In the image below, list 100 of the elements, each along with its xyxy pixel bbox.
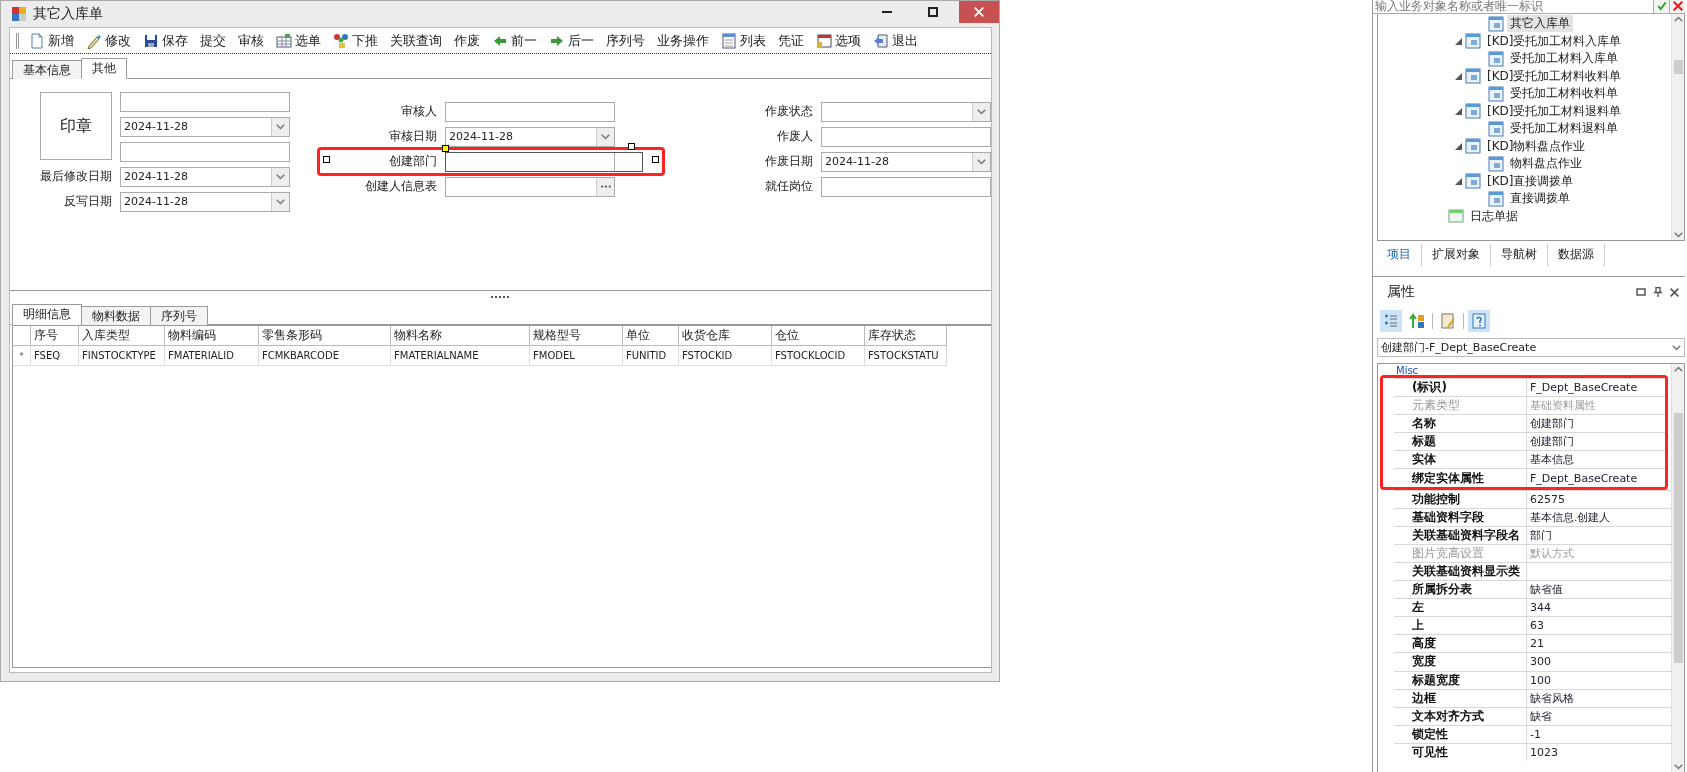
close-button[interactable] [959, 1, 999, 23]
property-value[interactable]: 100 [1527, 671, 1671, 689]
property-value[interactable]: F_Dept_BaseCreate [1527, 469, 1665, 487]
input-field[interactable] [120, 91, 290, 112]
scrollbar-thumb[interactable] [1673, 60, 1683, 74]
column-header[interactable]: 单位 [623, 326, 679, 346]
date-combo-field[interactable]: 2024-11-28 [120, 116, 290, 137]
dropdown-button[interactable] [972, 152, 990, 171]
toolbar-button[interactable]: 作废 [452, 31, 482, 50]
tree-item[interactable]: [KD]物料盘点作业 [1484, 137, 1589, 155]
toolbar-button[interactable]: 凭证 [776, 31, 806, 50]
tree-item[interactable]: [KD]受托加工材料入库单 [1484, 32, 1625, 50]
toolbar-button[interactable] [1468, 310, 1490, 332]
property-value[interactable]: 300 [1527, 653, 1671, 671]
input-field[interactable] [445, 101, 615, 122]
toolbar-button[interactable]: 业务操作 [655, 31, 711, 50]
property-value[interactable]: 基本信息 [1527, 451, 1665, 469]
column-header[interactable]: 仓位 [772, 326, 865, 346]
column-header[interactable]: 物料编码 [165, 326, 259, 346]
resize-handle[interactable] [323, 156, 330, 163]
property-value[interactable]: 创建部门 [1527, 415, 1665, 433]
toolbar-button[interactable]: 序列号 [604, 31, 647, 50]
scrollbar[interactable] [1671, 364, 1684, 772]
date-combo-field[interactable]: 2024-11-28 [821, 151, 991, 172]
tab[interactable]: 序列号 [150, 306, 208, 325]
tree-item[interactable]: 直接调拨单 [1507, 190, 1573, 208]
toolbar-button[interactable]: 列表 [719, 31, 768, 50]
dropdown-button[interactable] [972, 102, 990, 121]
resize-handle[interactable] [442, 145, 449, 152]
tree-item[interactable]: 物料盘点作业 [1507, 155, 1585, 173]
toolbar-button[interactable]: 选项 [814, 31, 863, 50]
date-combo-field[interactable]: 2024-11-28 [120, 191, 290, 212]
toolbar-button[interactable]: 修改 [84, 31, 133, 50]
property-value[interactable]: 缺省风格 [1527, 689, 1671, 707]
tab[interactable]: 基本信息 [12, 60, 82, 79]
tab[interactable]: 扩展对象 [1422, 243, 1491, 266]
dropdown-button[interactable] [596, 127, 614, 146]
object-selector[interactable]: 创建部门-F_Dept_BaseCreate [1377, 338, 1685, 357]
property-value[interactable]: 缺省值 [1527, 581, 1671, 599]
tab[interactable]: 项目 [1377, 243, 1422, 266]
column-header[interactable]: 序号 [31, 326, 79, 346]
property-value[interactable]: 部门 [1527, 526, 1671, 544]
scrollbar[interactable] [1671, 14, 1684, 240]
resize-handle[interactable] [652, 156, 659, 163]
tree-item[interactable]: 受托加工材料收料单 [1507, 85, 1621, 103]
toolbar-button[interactable]: 新增 [27, 31, 76, 50]
column-header[interactable]: 物料名称 [391, 326, 530, 346]
date-combo-field[interactable]: 2024-11-28 [120, 166, 290, 187]
dropdown-button[interactable] [271, 192, 289, 211]
date-combo-field[interactable] [821, 101, 991, 122]
column-header[interactable]: 零售条形码 [259, 326, 391, 346]
property-value[interactable]: 1023 [1527, 743, 1671, 761]
dropdown-button[interactable] [271, 167, 289, 186]
property-value[interactable]: F_Dept_BaseCreate [1527, 379, 1665, 397]
property-value[interactable]: 63 [1527, 617, 1671, 635]
toolbar-button[interactable]: 下推 [331, 31, 380, 50]
tab[interactable]: 物料数据 [81, 306, 151, 325]
tree-item[interactable]: [KD]受托加工材料退料单 [1484, 102, 1625, 120]
toolbar-button[interactable]: 选单 [274, 31, 323, 50]
column-header[interactable]: 入库类型 [79, 326, 165, 346]
toolbar-button[interactable]: 审核 [236, 31, 266, 50]
toolbar-button[interactable] [1380, 310, 1402, 332]
dropdown-button[interactable] [271, 117, 289, 136]
input-field[interactable] [821, 126, 991, 147]
toolbar-button[interactable]: 提交 [198, 31, 228, 50]
property-value[interactable]: 21 [1527, 635, 1671, 653]
tree-item[interactable]: 受托加工材料入库单 [1507, 50, 1621, 68]
column-header[interactable]: 收货仓库 [679, 326, 772, 346]
date-combo-field[interactable]: 2024-11-28 [445, 126, 615, 147]
property-value[interactable]: 344 [1527, 599, 1671, 617]
tree-item[interactable]: 日志单据 [1467, 207, 1521, 225]
tab[interactable]: 数据源 [1548, 243, 1605, 266]
input-field[interactable] [120, 141, 290, 162]
tree-item[interactable]: [KD]直接调拨单 [1484, 172, 1577, 190]
tab[interactable]: 其他 [81, 58, 127, 79]
input-field[interactable] [821, 176, 991, 197]
property-value[interactable]: 基本信息.创建人 [1527, 508, 1671, 526]
clear-button[interactable] [1669, 0, 1685, 13]
tree-item[interactable]: [KD]受托加工材料收料单 [1484, 67, 1625, 85]
resize-handle[interactable] [628, 143, 635, 150]
property-value[interactable]: 62575 [1527, 490, 1671, 508]
toolbar-button[interactable]: 后一 [547, 31, 596, 50]
tab[interactable]: 明细信息 [12, 304, 82, 325]
tree-item[interactable]: 受托加工材料退料单 [1507, 120, 1621, 138]
tree-item[interactable]: 其它入库单 [1507, 15, 1573, 33]
toolbar-button[interactable]: 前一 [490, 31, 539, 50]
property-value[interactable]: 创建部门 [1527, 433, 1665, 451]
toolbar-button[interactable]: 退出 [871, 31, 920, 50]
input-field[interactable] [445, 151, 643, 172]
confirm-button[interactable] [1653, 0, 1669, 13]
property-value[interactable]: 缺省 [1527, 707, 1671, 725]
browse-button[interactable] [596, 177, 614, 196]
toolbar-button[interactable]: 保存 [141, 31, 190, 50]
column-header[interactable]: 规格型号 [530, 326, 623, 346]
toolbar-button[interactable]: 关联查询 [388, 31, 444, 50]
property-value[interactable]: -1 [1527, 725, 1671, 743]
column-header[interactable]: 库存状态 [865, 326, 947, 346]
lookup-field[interactable] [445, 176, 615, 197]
scrollbar-thumb[interactable] [1673, 413, 1683, 663]
tab[interactable]: 导航树 [1491, 243, 1548, 266]
